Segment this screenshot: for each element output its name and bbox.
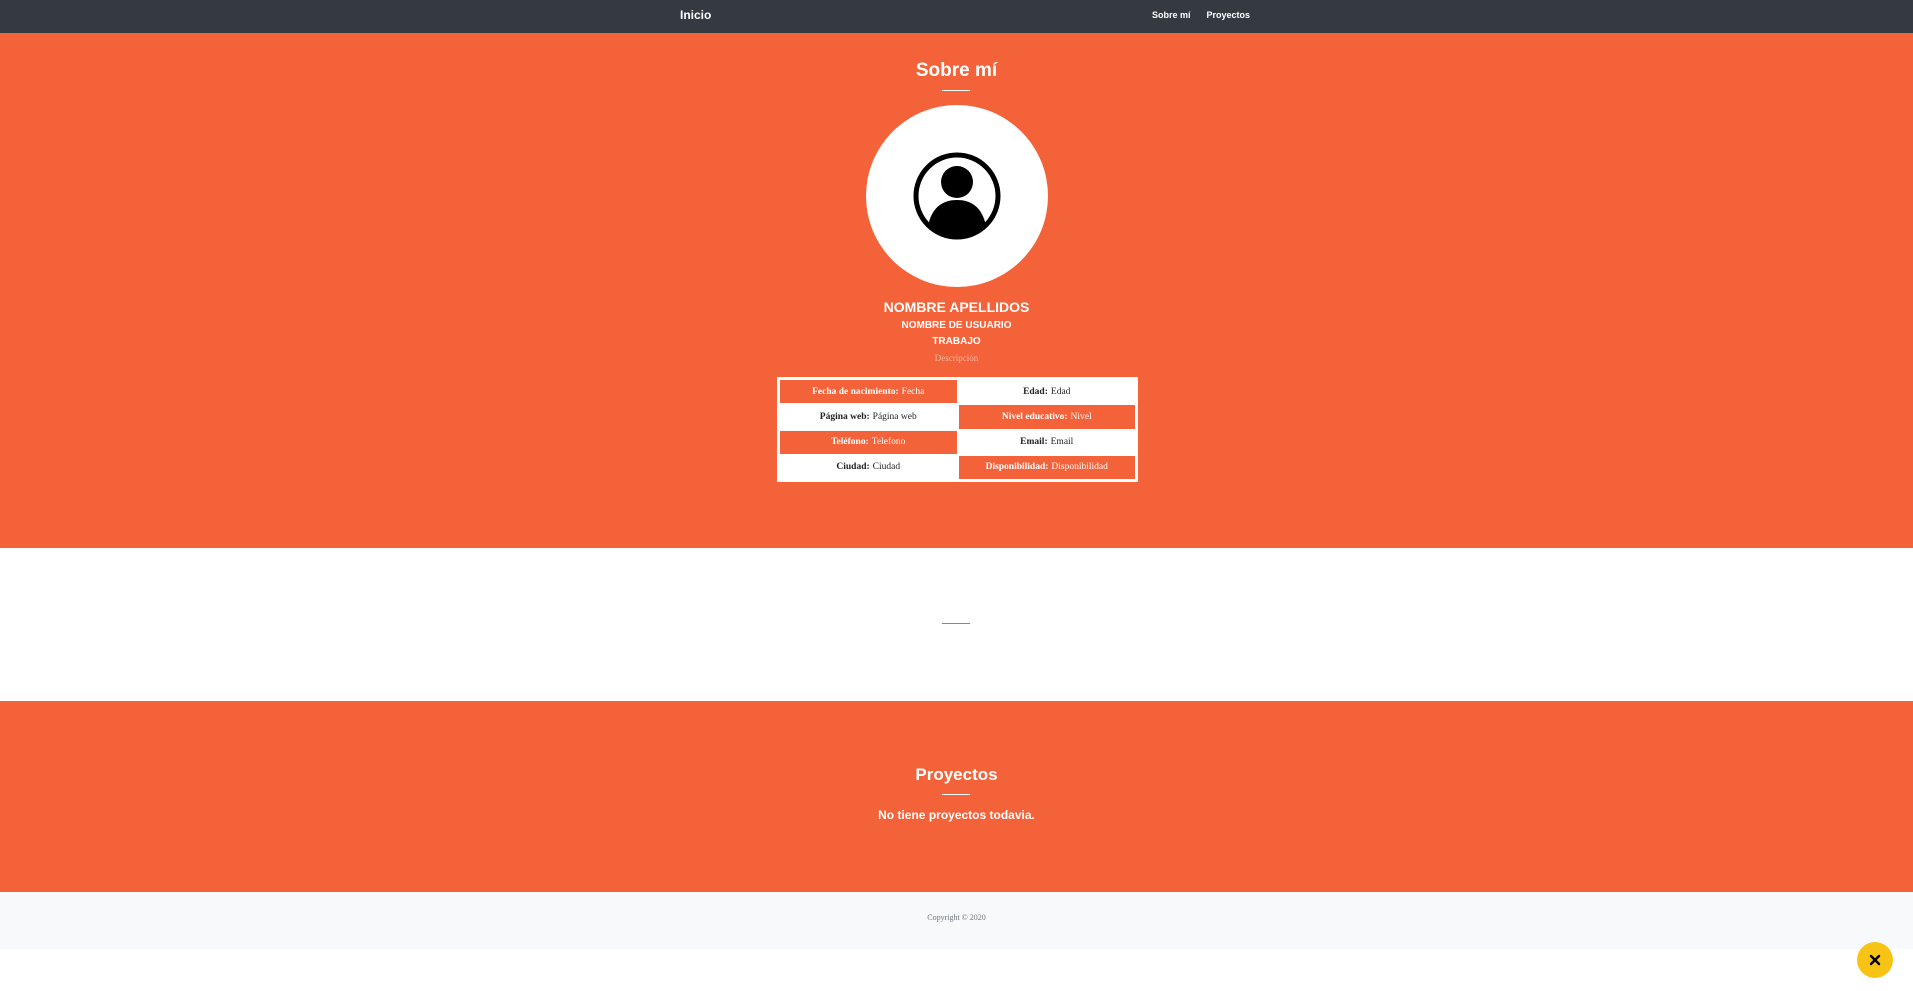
section-divider [942,623,970,624]
description: Descripción [934,353,979,363]
brand-link[interactable]: Inicio [680,8,711,22]
close-icon [1869,954,1881,966]
close-fab-button[interactable] [1857,942,1893,978]
projects-divider [942,794,970,795]
footer: Copyright © 2020 [0,892,1913,949]
full-name: NOMBRE APELLIDOS [883,299,1030,315]
navbar: Inicio Sobre mí Proyectos [0,0,1913,33]
projects-section: Proyectos No tiene proyectos todavia. [0,701,1913,892]
user-circle-icon [913,152,1001,240]
info-cell-age: Edad: Edad [958,380,1135,404]
info-cell-city: Ciudad: Ciudad [780,455,957,479]
copyright-text: Copyright © 2020 [927,913,986,922]
empty-section [0,548,1913,701]
username: NOMBRE DE USUARIO [901,320,1012,331]
info-cell-email: Email: Email [958,430,1135,454]
nav-link-proyectos[interactable]: Proyectos [1207,10,1251,20]
info-cell-birthdate: Fecha de nacimiento: Fecha [780,380,957,404]
info-cell-availability: Disponibilidad: Disponibilidad [958,455,1135,479]
about-section: Sobre mí NOMBRE APELLIDOS NOMBRE DE USUA… [0,33,1913,548]
about-divider [942,90,970,91]
info-cell-website: Página web: Página web [780,405,957,429]
info-cell-phone: Teléfono: Telefono [780,430,957,454]
projects-title: Proyectos [915,765,998,784]
info-table: Fecha de nacimiento: Fecha Edad: Edad Pági… [777,377,1138,482]
avatar [866,105,1048,287]
nav-link-sobre-mi[interactable]: Sobre mí [1152,10,1191,20]
nav-links: Sobre mí Proyectos [1152,10,1250,20]
projects-empty-message: No tiene proyectos todavia. [878,808,1035,822]
info-cell-education: Nivel educativo: Nivel [958,405,1135,429]
about-title: Sobre mí [915,60,998,81]
job-title: TRABAJO [932,336,981,347]
